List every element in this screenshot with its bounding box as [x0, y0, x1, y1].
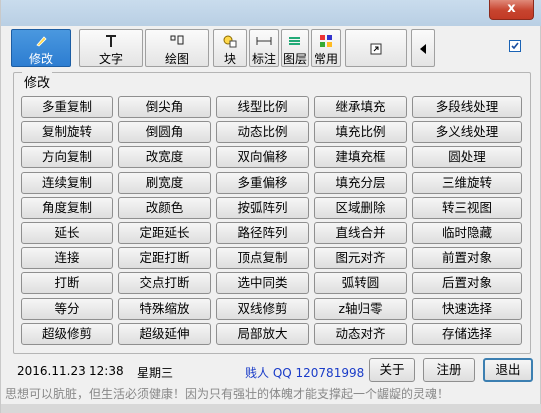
tab-text[interactable]: 文字 — [79, 29, 143, 67]
function-button[interactable]: 方向复制 — [21, 146, 113, 168]
function-button[interactable]: 倒尖角 — [118, 96, 211, 118]
tab-layers[interactable]: 图层 — [281, 29, 309, 67]
tab-common-label: 常用 — [313, 52, 338, 66]
function-button[interactable]: 按弧阵列 — [216, 197, 309, 219]
function-button[interactable]: 动态比例 — [216, 121, 309, 143]
tab-dimension[interactable]: 标注 — [249, 29, 279, 67]
function-button[interactable]: 填充分层 — [314, 172, 407, 194]
slogan-text: 思想可以肮脏，但生活必须健康！因为只有强壮的体魄才能支撑起一个龌龊的灵魂！ — [5, 387, 450, 401]
exit-button[interactable]: 退出 — [483, 358, 533, 382]
function-button[interactable]: 倒圆角 — [118, 121, 211, 143]
status-time: 12:38 — [89, 364, 124, 378]
tab-draw-label: 绘图 — [164, 52, 189, 66]
function-button[interactable]: 前置对象 — [412, 247, 522, 269]
function-button[interactable]: 区域删除 — [314, 197, 407, 219]
function-button[interactable]: 局部放大 — [216, 323, 309, 345]
text-T-icon — [80, 33, 142, 49]
function-button[interactable]: z轴归零 — [314, 298, 407, 320]
app-window: x 修改 文字 绘图 块 标注 图层 常用 修改 多重复制 倒尖角 线型比例 继… — [0, 0, 541, 413]
function-button[interactable]: 顶点复制 — [216, 247, 309, 269]
function-button[interactable]: 动态对齐 — [314, 323, 407, 345]
function-button[interactable]: 刷宽度 — [118, 172, 211, 194]
function-button[interactable]: 路径阵列 — [216, 222, 309, 244]
function-button[interactable]: 打断 — [21, 272, 113, 294]
about-button[interactable]: 关于 — [369, 358, 415, 382]
scroll-left-button[interactable] — [411, 29, 435, 67]
function-button[interactable]: 后置对象 — [412, 272, 522, 294]
group-title: 修改 — [22, 72, 53, 91]
function-button[interactable]: 继承填充 — [314, 96, 407, 118]
tab-text-label: 文字 — [98, 52, 123, 66]
function-button[interactable]: 超级修剪 — [21, 323, 113, 345]
tab-layers-label: 图层 — [282, 52, 307, 66]
status-strip — [1, 404, 541, 413]
function-button[interactable]: 多重复制 — [21, 96, 113, 118]
function-button[interactable]: 快速选择 — [412, 298, 522, 320]
function-button[interactable]: 超级延伸 — [118, 323, 211, 345]
function-button[interactable]: 填充比例 — [314, 121, 407, 143]
function-button[interactable]: 双线修剪 — [216, 298, 309, 320]
pencil-icon — [12, 33, 70, 49]
function-button[interactable]: 角度复制 — [21, 197, 113, 219]
tab-block-label: 块 — [223, 52, 236, 66]
function-button[interactable]: 转三视图 — [412, 197, 522, 219]
function-button[interactable]: 连续复制 — [21, 172, 113, 194]
tab-common[interactable]: 常用 — [311, 29, 341, 67]
function-button[interactable]: 直线合并 — [314, 222, 407, 244]
tab-dimension-label: 标注 — [251, 52, 276, 66]
function-button[interactable]: 多段线处理 — [412, 96, 522, 118]
function-button[interactable]: 定距延长 — [118, 222, 211, 244]
status-weekday: 星期三 — [137, 366, 174, 380]
function-button[interactable]: 复制旋转 — [21, 121, 113, 143]
function-button[interactable]: 线型比例 — [216, 96, 309, 118]
close-button[interactable]: x — [489, 0, 534, 20]
function-button[interactable]: 圆处理 — [412, 146, 522, 168]
arrow-link-icon — [346, 41, 406, 57]
function-button[interactable]: 弧转圆 — [314, 272, 407, 294]
tab-modify-label: 修改 — [28, 52, 53, 66]
function-button[interactable]: 等分 — [21, 298, 113, 320]
tab-modify[interactable]: 修改 — [11, 29, 71, 67]
layers-icon — [282, 33, 308, 49]
function-button[interactable]: 存储选择 — [412, 323, 522, 345]
tab-draw[interactable]: 绘图 — [145, 29, 209, 67]
function-button[interactable]: 建填充框 — [314, 146, 407, 168]
function-button[interactable]: 临时隐藏 — [412, 222, 522, 244]
left-triangle-icon — [412, 41, 434, 57]
function-button[interactable]: 连接 — [21, 247, 113, 269]
function-button[interactable]: 图元对齐 — [314, 247, 407, 269]
function-button[interactable]: 特殊缩放 — [118, 298, 211, 320]
function-button[interactable]: 多义线处理 — [412, 121, 522, 143]
function-button[interactable]: 延长 — [21, 222, 113, 244]
block-icon — [214, 33, 246, 49]
function-button[interactable]: 多重偏移 — [216, 172, 309, 194]
function-button[interactable]: 选中同类 — [216, 272, 309, 294]
author-link[interactable]: 贱人 QQ 120781998 — [245, 364, 364, 381]
function-button[interactable]: 双向偏移 — [216, 146, 309, 168]
function-button[interactable]: 改颜色 — [118, 197, 211, 219]
toolbar: 修改 文字 绘图 块 标注 图层 常用 — [9, 27, 531, 69]
register-button[interactable]: 注册 — [423, 358, 475, 382]
tab-block[interactable]: 块 — [213, 29, 247, 67]
function-button[interactable]: 交点打断 — [118, 272, 211, 294]
checkbox-icon[interactable] — [509, 40, 521, 52]
function-button[interactable]: 改宽度 — [118, 146, 211, 168]
dimension-icon — [250, 33, 278, 49]
function-button[interactable]: 三维旋转 — [412, 172, 522, 194]
function-button[interactable]: 定距打断 — [118, 247, 211, 269]
link-button[interactable] — [345, 29, 407, 67]
close-icon: x — [507, 1, 516, 16]
status-date: 2016.11.23 — [17, 364, 86, 378]
draw-icon — [146, 33, 208, 49]
title-bar: x — [1, 0, 541, 26]
grid-icon — [312, 33, 340, 49]
